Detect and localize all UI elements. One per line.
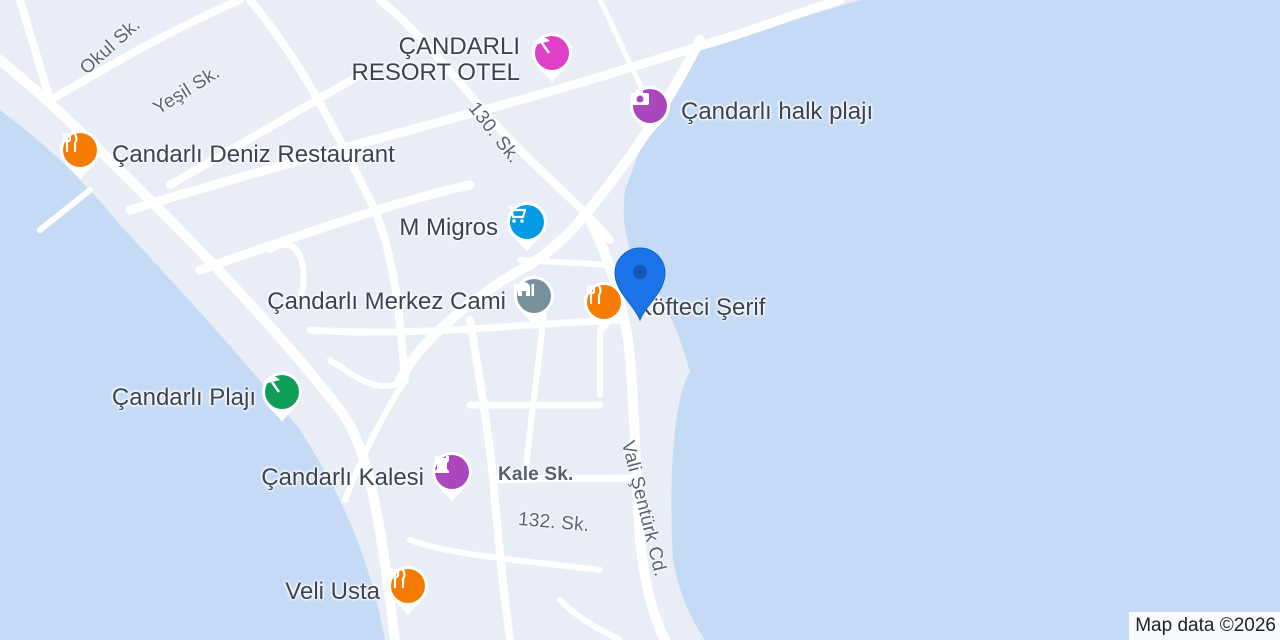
- camera-icon: [628, 86, 672, 130]
- mosque-icon: [512, 276, 556, 320]
- veli-usta-pin[interactable]: [386, 566, 430, 618]
- poi-label-migros[interactable]: M Migros: [330, 215, 498, 241]
- poi-label-halk-plaji[interactable]: Çandarlı halk plajı: [681, 99, 873, 125]
- castle-icon: [430, 452, 474, 496]
- map-attribution[interactable]: Map data ©2026: [1129, 612, 1280, 640]
- shopping-cart-icon: [505, 202, 549, 246]
- poi-label-resort-otel[interactable]: ÇANDARLI RESORT OTEL: [330, 34, 521, 86]
- poi-label-candarli-plaji[interactable]: Çandarlı Plajı: [60, 385, 256, 411]
- map-pin-icon[interactable]: [613, 246, 667, 322]
- migros-pin[interactable]: [505, 202, 549, 254]
- deniz-restaurant-pin[interactable]: [58, 130, 102, 182]
- poi-label-deniz-restaurant[interactable]: Çandarlı Deniz Restaurant: [112, 142, 395, 168]
- beach-umbrella-icon: [260, 372, 304, 416]
- candarli-plaji-pin[interactable]: [260, 372, 304, 424]
- hotel-pin[interactable]: [530, 33, 574, 85]
- street-label-kale: Kale Sk.: [498, 464, 574, 485]
- merkez-cami-pin[interactable]: [512, 276, 556, 328]
- poi-label-veli-usta[interactable]: Veli Usta: [230, 579, 380, 605]
- fork-knife-icon: [58, 130, 102, 174]
- candarli-kalesi-pin[interactable]: [430, 452, 474, 504]
- poi-label-candarli-kalesi[interactable]: Çandarlı Kalesi: [210, 465, 424, 491]
- poi-label-merkez-cami[interactable]: Çandarlı Merkez Cami: [200, 289, 506, 315]
- map-canvas[interactable]: Okul Sk. Yeşil Sk. 130. Sk. Kale Sk. 132…: [0, 0, 1280, 640]
- fork-knife-icon: [386, 566, 430, 610]
- beach-umbrella-icon: [530, 33, 574, 77]
- halk-plaji-pin[interactable]: [628, 86, 672, 138]
